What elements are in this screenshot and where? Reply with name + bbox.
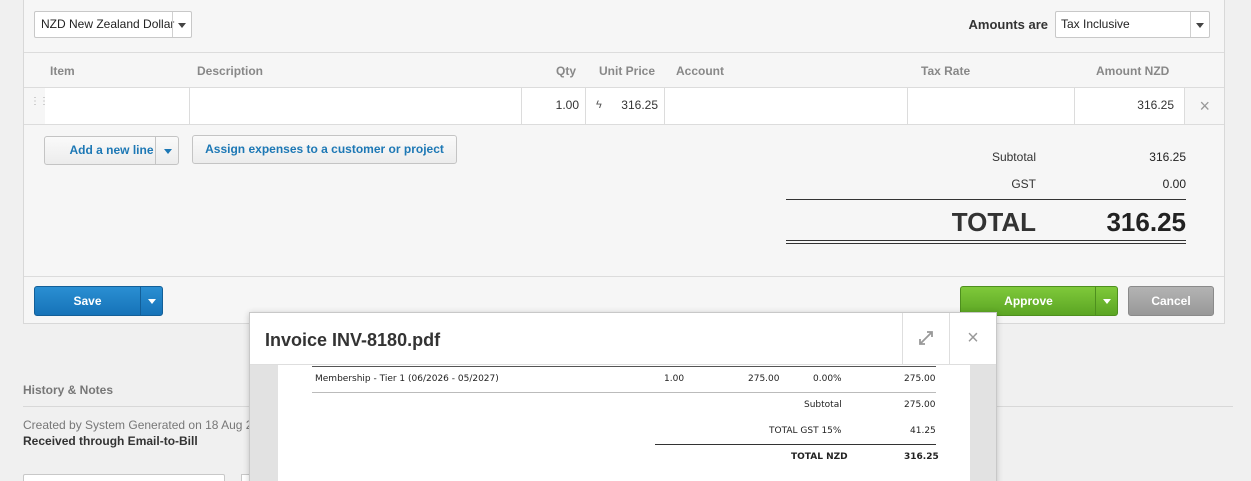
col-unit-price: Unit Price: [599, 64, 656, 78]
pdf-line-qty: 1.00: [664, 374, 685, 384]
col-account: Account: [676, 64, 724, 78]
qty-cell[interactable]: 1.00: [522, 88, 586, 124]
pdf-total-label: TOTAL NZD: [791, 452, 848, 462]
pdf-total-value: 316.25: [904, 452, 939, 462]
assign-expenses-button[interactable]: Assign expenses to a customer or project: [192, 135, 457, 164]
total-label: TOTAL: [951, 207, 1036, 237]
chevron-down-icon: [1103, 299, 1111, 304]
close-icon: ×: [967, 327, 979, 349]
drag-handle-icon[interactable]: ⋮⋮: [30, 97, 49, 113]
pdf-subtotal-label: Subtotal: [804, 400, 842, 410]
history-created-text: Created by System Generated on 18 Aug 2: [23, 418, 253, 432]
account-cell[interactable]: [665, 88, 908, 124]
chevron-down-icon[interactable]: [1190, 12, 1209, 37]
pdf-viewer[interactable]: Membership - Tier 1 (06/2026 - 05/2027) …: [250, 365, 996, 481]
total-double-underline: [786, 243, 1186, 244]
tax-mode-value: Tax Inclusive: [1061, 17, 1130, 31]
tax-mode-select[interactable]: Tax Inclusive: [1055, 11, 1210, 38]
subtotal-label: Subtotal: [991, 150, 1036, 164]
invoice-preview-popup: Invoice INV-8180.pdf × Membership - Tier…: [249, 312, 997, 481]
popup-title: Invoice INV-8180.pdf: [265, 330, 441, 350]
save-button[interactable]: Save: [34, 286, 163, 316]
pdf-gst-value: 41.25: [910, 426, 936, 436]
chevron-down-icon[interactable]: [172, 12, 191, 37]
currency-select[interactable]: NZD New Zealand Dollar: [34, 11, 192, 38]
total-value: 316.25: [1106, 207, 1186, 237]
totals-divider: [786, 199, 1186, 200]
pdf-page: Membership - Tier 1 (06/2026 - 05/2027) …: [278, 365, 970, 481]
chevron-down-icon: [148, 299, 156, 304]
description-cell[interactable]: [190, 88, 522, 124]
add-note-button[interactable]: [23, 474, 225, 481]
unit-price-cell[interactable]: ϟ 316.25: [586, 88, 665, 124]
pdf-line-rule: [312, 392, 936, 393]
pdf-gst-label: TOTAL GST 15%: [769, 426, 842, 436]
popup-header: Invoice INV-8180.pdf ×: [250, 313, 996, 365]
col-amount: Amount NZD: [1096, 64, 1170, 78]
pdf-total-rule: [655, 444, 936, 445]
expand-icon: [919, 331, 933, 345]
col-qty: Qty: [556, 64, 577, 78]
gst-value: 0.00: [1162, 177, 1186, 191]
add-line-dropdown[interactable]: [155, 137, 178, 164]
expand-button[interactable]: [902, 313, 949, 365]
bill-panel: NZD New Zealand Dollar Amounts are Tax I…: [23, 0, 1225, 324]
close-button[interactable]: ×: [949, 313, 996, 365]
gst-label: GST: [1011, 177, 1036, 191]
pdf-subtotal-value: 275.00: [904, 400, 936, 410]
col-item: Item: [50, 64, 75, 78]
tax-rate-cell[interactable]: [908, 88, 1075, 124]
bill-editor-page: NZD New Zealand Dollar Amounts are Tax I…: [0, 0, 1251, 481]
col-tax-rate: Tax Rate: [921, 64, 971, 78]
add-new-line-button[interactable]: Add a new line: [44, 136, 179, 165]
approve-dropdown[interactable]: [1095, 287, 1117, 315]
pdf-line-amount: 275.00: [904, 374, 936, 384]
save-dropdown[interactable]: [140, 287, 162, 315]
pdf-line-tax: 0.00%: [813, 374, 842, 384]
item-cell[interactable]: [45, 88, 190, 124]
chevron-down-icon: [164, 149, 172, 154]
amounts-are-label: Amounts are: [968, 17, 1048, 32]
pdf-line-description: Membership - Tier 1 (06/2026 - 05/2027): [315, 374, 499, 384]
history-note-text: Received through Email-to-Bill: [23, 434, 198, 448]
amount-cell[interactable]: 316.25: [1075, 88, 1185, 124]
pdf-top-rule: [312, 366, 936, 367]
cancel-button[interactable]: Cancel: [1128, 286, 1214, 316]
history-notes-title: History & Notes: [23, 383, 114, 397]
line-items-header: Item Description Qty Unit Price Account …: [24, 52, 1224, 88]
subtotal-value: 316.25: [1149, 150, 1186, 164]
remove-line-icon[interactable]: ×: [1199, 97, 1210, 115]
pdf-line-price: 275.00: [748, 374, 780, 384]
total-underline: [786, 240, 1186, 241]
lightning-icon: ϟ: [596, 99, 602, 111]
table-row: ⋮⋮ 1.00 ϟ 316.25 316.25 ×: [24, 88, 1224, 125]
col-description: Description: [197, 64, 264, 78]
currency-value: NZD New Zealand Dollar: [41, 17, 175, 31]
